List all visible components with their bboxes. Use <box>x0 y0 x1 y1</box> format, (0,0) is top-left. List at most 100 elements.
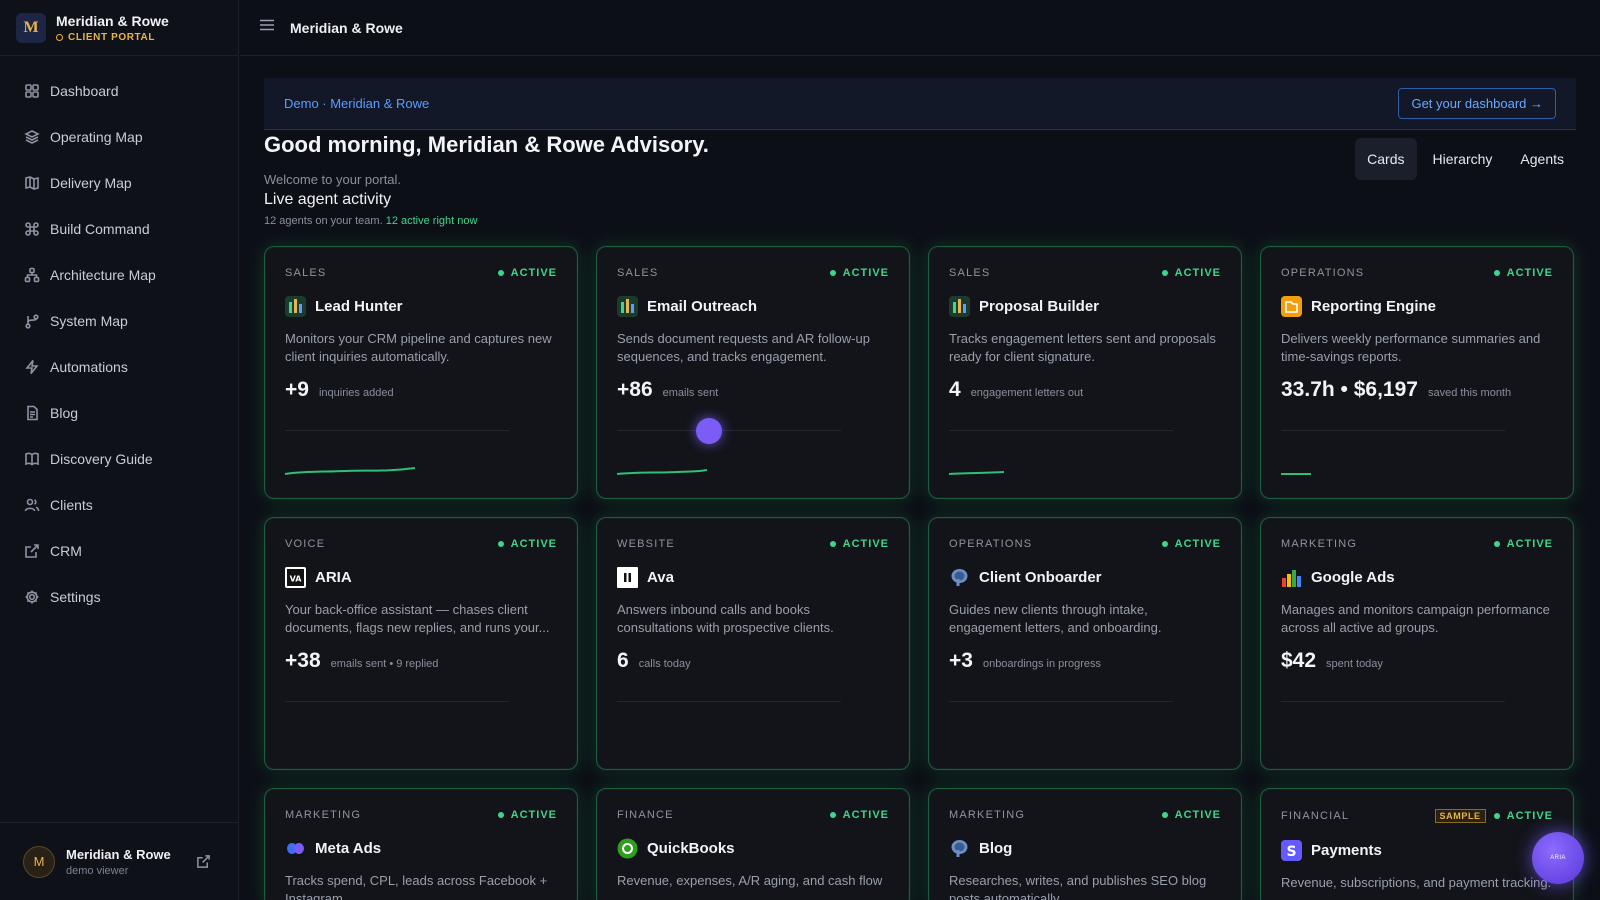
agent-card[interactable]: WEBSITE ACTIVE Ava Answers inbound calls… <box>596 517 910 770</box>
menu-toggle-button[interactable] <box>258 16 276 39</box>
aria-assistant-button[interactable]: ARIA <box>1532 832 1584 884</box>
quickbooks-icon <box>617 838 638 859</box>
metric-label: onboardings in progress <box>982 658 1101 670</box>
agent-card-grid: SALES ACTIVE Lead Hunter Monitors your C… <box>264 246 1576 900</box>
user-profile[interactable]: M Meridian & Rowe demo viewer <box>0 822 239 900</box>
sidebar-item-label: Automations <box>50 359 128 375</box>
agent-card[interactable]: FINANCE ACTIVE QuickBooks Revenue, expen… <box>596 788 910 900</box>
live-activity-subtitle: 12 agents on your team. 12 active right … <box>264 215 1576 227</box>
status-badge: ACTIVE <box>497 267 557 279</box>
status-dot-icon <box>829 541 836 547</box>
document-icon <box>27 405 38 421</box>
meta-icon <box>285 838 306 859</box>
sidebar-item-discovery-guide[interactable]: Discovery Guide <box>0 436 238 482</box>
metric-value: $42 <box>1281 649 1317 672</box>
status-label: ACTIVE <box>510 538 557 550</box>
sidebar-item-automations[interactable]: Automations <box>0 344 238 390</box>
metric-value: +38 <box>285 649 321 672</box>
sidebar-item-label: Clients <box>50 497 93 513</box>
card-metric: +86 emails sent <box>617 378 889 402</box>
tab-cards[interactable]: Cards <box>1355 138 1417 180</box>
external-link-icon <box>25 544 39 558</box>
sparkline <box>1281 458 1441 478</box>
card-description: Manages and monitors campaign performanc… <box>1281 602 1550 635</box>
metric-label: engagement letters out <box>970 387 1084 399</box>
sparkline <box>616 458 777 478</box>
user-name: Meridian & Rowe <box>66 846 171 862</box>
card-title: Google Ads <box>1311 569 1395 586</box>
get-dashboard-button[interactable]: Get your dashboard → <box>1398 88 1556 119</box>
metric-label: calls today <box>638 658 691 670</box>
sidebar-item-label: Architecture Map <box>50 267 156 283</box>
card-category: FINANCIAL <box>1281 810 1350 822</box>
sidebar-item-settings[interactable]: Settings <box>0 574 238 620</box>
sidebar-item-operating-map[interactable]: Operating Map <box>0 114 238 160</box>
cursor-indicator <box>696 418 722 444</box>
agent-card[interactable]: MARKETING ACTIVE Blog Researches, writes… <box>928 788 1242 900</box>
agent-card[interactable]: MARKETING ACTIVE Google Ads Manages and … <box>1260 517 1574 770</box>
card-category: MARKETING <box>285 809 362 821</box>
card-title: Email Outreach <box>647 298 758 315</box>
metric-label: spent today <box>1326 658 1383 670</box>
tab-agents[interactable]: Agents <box>1508 138 1576 180</box>
book-icon <box>25 452 39 466</box>
status-label: ACTIVE <box>510 267 557 279</box>
card-category: OPERATIONS <box>1281 267 1365 279</box>
agent-card[interactable]: FINANCIAL SAMPLE ACTIVE S Payments Reven… <box>1260 788 1574 900</box>
tab-hierarchy[interactable]: Hierarchy <box>1421 138 1505 180</box>
card-description: Delivers weekly performance summaries an… <box>1281 331 1541 364</box>
status-badge: ACTIVE <box>1493 538 1553 550</box>
card-description: Tracks spend, CPL, leads across Facebook… <box>285 873 548 900</box>
status-label: ACTIVE <box>842 538 889 550</box>
card-metric: 6 calls today <box>617 649 889 673</box>
card-description: Tracks engagement letters sent and propo… <box>949 331 1216 364</box>
card-category: MARKETING <box>949 809 1026 821</box>
card-title: Reporting Engine <box>1311 298 1436 315</box>
status-dot-icon <box>497 541 504 547</box>
card-title: Lead Hunter <box>315 298 403 315</box>
card-category: SALES <box>617 267 659 279</box>
metric-value: 4 <box>949 378 961 401</box>
sidebar-item-system-map[interactable]: System Map <box>0 298 238 344</box>
agent-card[interactable]: SALES ACTIVE Email Outreach Sends docume… <box>596 246 910 499</box>
card-description: Answers inbound calls and books consulta… <box>617 602 834 635</box>
sidebar-item-crm[interactable]: CRM <box>0 528 238 574</box>
layers-icon <box>24 130 40 144</box>
sparkline <box>948 458 1109 478</box>
metric-label: emails sent • 9 replied <box>330 658 439 670</box>
agent-card[interactable]: MARKETING ACTIVE Meta Ads Tracks spend, … <box>264 788 578 900</box>
card-divider <box>949 430 1173 431</box>
card-title: QuickBooks <box>647 840 735 857</box>
agent-card[interactable]: SALES ACTIVE Proposal Builder Tracks eng… <box>928 246 1242 499</box>
hamburger-icon <box>260 19 274 31</box>
agent-card[interactable]: OPERATIONS ACTIVE Client Onboarder Guide… <box>928 517 1242 770</box>
sidebar-item-clients[interactable]: Clients <box>0 482 238 528</box>
status-dot-icon <box>1493 541 1500 547</box>
card-metric: $42 spent today <box>1281 649 1553 673</box>
sidebar-item-label: Delivery Map <box>50 175 132 191</box>
sidebar-item-delivery-map[interactable]: Delivery Map <box>0 160 238 206</box>
status-badge: ACTIVE <box>497 538 557 550</box>
topbar: Meridian & Rowe <box>240 0 1600 56</box>
users-icon <box>24 498 40 512</box>
status-badge: ACTIVE <box>829 538 889 550</box>
brand-header[interactable]: M Meridian & Rowe CLIENT PORTAL <box>0 0 238 56</box>
branch-icon <box>25 314 39 329</box>
metric-value: +3 <box>949 649 973 672</box>
card-title: ARIA <box>315 569 352 586</box>
metric-value: 6 <box>617 649 629 672</box>
agent-card[interactable]: SALES ACTIVE Lead Hunter Monitors your C… <box>264 246 578 499</box>
sidebar-item-build-command[interactable]: Build Command <box>0 206 238 252</box>
card-description: Guides new clients through intake, engag… <box>949 602 1162 635</box>
sidebar-item-label: System Map <box>50 313 128 329</box>
sidebar-item-dashboard[interactable]: Dashboard <box>0 68 238 114</box>
card-title: Proposal Builder <box>979 298 1100 315</box>
open-external-button[interactable] <box>196 854 211 869</box>
sidebar-item-architecture-map[interactable]: Architecture Map <box>0 252 238 298</box>
status-dot-icon <box>829 270 836 276</box>
sidebar-item-blog[interactable]: Blog <box>0 390 238 436</box>
card-description: Revenue, expenses, A/R aging, and cash f… <box>617 873 883 888</box>
agent-card[interactable]: VOICE ACTIVE VA ARIA Your back-office as… <box>264 517 578 770</box>
card-category: VOICE <box>285 538 326 550</box>
agent-card[interactable]: OPERATIONS ACTIVE Reporting Engine Deliv… <box>1260 246 1574 499</box>
